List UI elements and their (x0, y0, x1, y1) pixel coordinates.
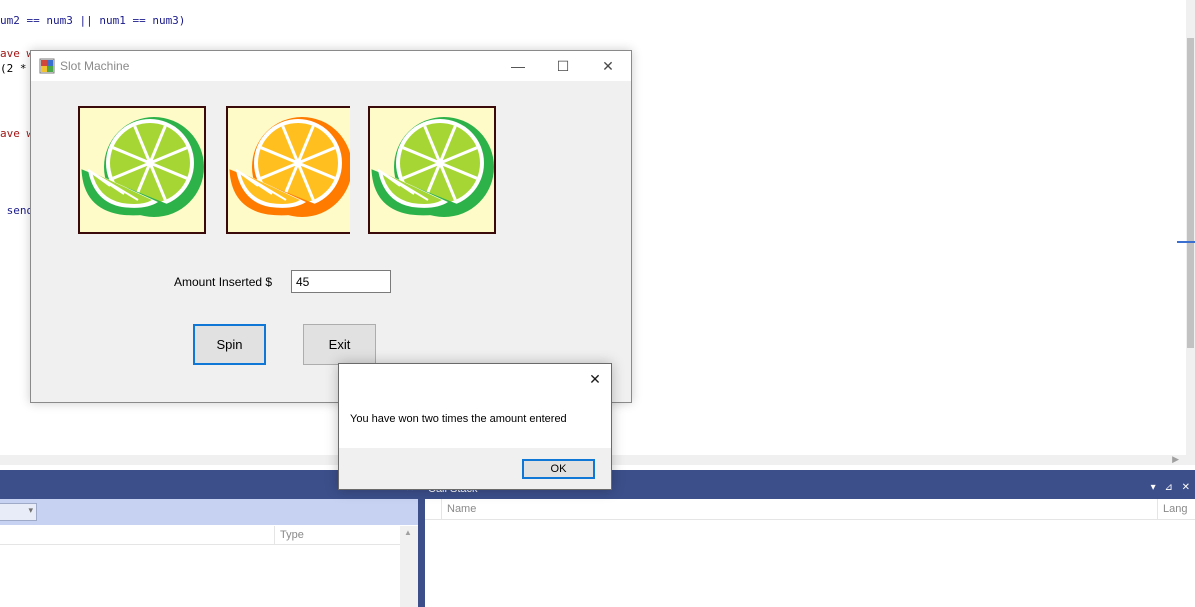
spin-button[interactable]: Spin (193, 324, 266, 365)
maximize-button[interactable]: ☐ (540, 51, 586, 81)
app-icon (39, 58, 55, 74)
lime-icon (371, 117, 494, 217)
message-text: You have won two times the amount entere… (350, 413, 567, 425)
code-line: um2 == num3 || num1 == num3) (0, 14, 186, 27)
code-line: ave w (0, 127, 34, 140)
title-bar[interactable]: Slot Machine — ☐ ✕ (31, 51, 631, 81)
reel-image-3 (368, 106, 496, 234)
caret-marker (1177, 241, 1195, 243)
column-lang[interactable]: Lang (1163, 503, 1187, 515)
reel-image-2 (226, 106, 350, 234)
ok-button[interactable]: OK (522, 459, 595, 479)
editor-vertical-scrollbar[interactable] (1177, 0, 1195, 455)
exit-button[interactable]: Exit (303, 324, 376, 365)
search-depth-dropdown[interactable]: ▾ (0, 503, 37, 521)
panel-splitter[interactable] (418, 470, 425, 607)
amount-inserted-label: Amount Inserted $ (174, 275, 273, 289)
window-title: Slot Machine (60, 59, 130, 73)
column-separator[interactable] (274, 526, 275, 545)
column-name[interactable]: Name (447, 503, 476, 515)
message-footer: OK (339, 448, 611, 489)
panel-window-icons[interactable]: ▾ ⊿ ✕ (1151, 482, 1193, 493)
code-line: ave w (0, 47, 34, 60)
code-line: (2 * (0, 62, 27, 75)
close-button[interactable]: ✕ (583, 368, 607, 390)
column-separator (441, 499, 442, 520)
column-type[interactable]: Type (280, 529, 304, 541)
code-line: send (0, 204, 34, 217)
scroll-up-icon[interactable]: ▲ (404, 528, 412, 537)
autos-toolbar (0, 499, 418, 525)
orange-icon (229, 117, 350, 217)
amount-input[interactable] (291, 270, 391, 293)
call-stack-column-header: Name Lang (425, 499, 1195, 520)
autos-scrollbar[interactable]: ▲ (400, 526, 418, 607)
close-button[interactable]: ✕ (585, 51, 631, 81)
scroll-right-icon[interactable]: ▶ (1172, 454, 1179, 465)
column-separator[interactable] (1157, 499, 1158, 520)
slot-machine-window: Slot Machine — ☐ ✕ Amount Inserted $ Spi… (30, 50, 632, 403)
autos-column-header: Type (0, 526, 400, 545)
minimize-button[interactable]: — (495, 51, 541, 81)
lime-icon (81, 117, 204, 217)
scroll-thumb[interactable] (1187, 38, 1194, 348)
tool-panels: ✕ ▾ Type ▲ Call Stack ▾ ⊿ ✕ Name Lang (0, 470, 1195, 607)
autos-panel: ✕ ▾ Type ▲ (0, 470, 418, 607)
reel-image-1 (78, 106, 206, 234)
chevron-down-icon[interactable]: ▾ (28, 505, 33, 516)
message-box: ✕ You have won two times the amount ente… (338, 363, 612, 490)
call-stack-panel: Call Stack ▾ ⊿ ✕ Name Lang (425, 470, 1195, 607)
